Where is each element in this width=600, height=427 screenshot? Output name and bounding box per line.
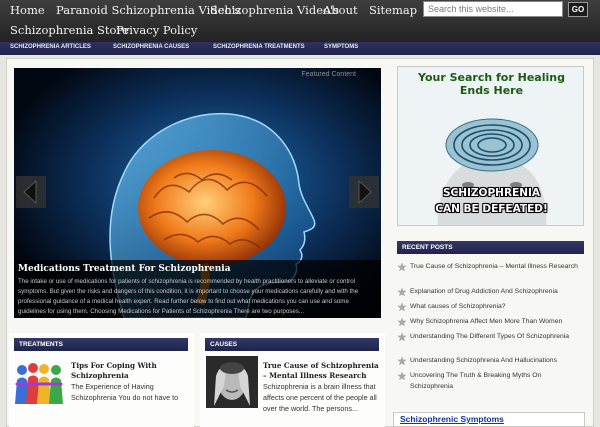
nav-schizophrenia-videos[interactable]: Schizophrenia Video's [210, 3, 339, 17]
star-icon [397, 356, 407, 366]
treatments-post-text-a: The Experience of Having Schizophrenia Y… [71, 381, 193, 403]
symptoms-box: Schizophrenic Symptoms [393, 412, 585, 427]
search-input[interactable] [423, 1, 563, 17]
star-icon [397, 332, 407, 342]
star-icon [397, 371, 407, 381]
causes-post-text: Schizophrenia is a brain illness that af… [263, 382, 377, 413]
star-icon [397, 317, 407, 327]
star-icon [397, 287, 407, 297]
treatments-post-title[interactable]: Tips For Coping With Schizophrenia [71, 361, 189, 381]
nav-home[interactable]: Home [10, 3, 45, 17]
recent-posts-header: RECENT POSTS [397, 241, 584, 254]
recent-post-item[interactable]: Uncovering The Truth & Breaking Myths On… [397, 371, 581, 393]
search-go-button[interactable]: GO [568, 2, 588, 17]
recent-post-item[interactable]: True Cause of Schizophrenia – Mental Ill… [397, 262, 581, 284]
recent-post-item[interactable]: What causes of Schizophrenia? [397, 302, 581, 315]
top-navigation: Home Paranoid Schizophrenia Video's Schi… [0, 0, 600, 42]
treatments-post-text-b [14, 404, 194, 416]
recent-post-label: Explanation of Drug Addiction And Schizo… [410, 288, 558, 295]
healing-ad-banner[interactable]: Your Search for Healing Ends Here SCHIZO… [397, 66, 584, 226]
ad-footer: SCHIZOPHRENIA CAN BE DEFEATED! [398, 185, 583, 217]
causes-post-title[interactable]: True Cause of Schizophrenia – Mental Ill… [263, 361, 381, 381]
nav-store[interactable]: Schizophrenia Store [10, 23, 129, 37]
causes-header: CAUSES [205, 338, 379, 351]
cat-causes[interactable]: SCHIZOPHRENIA CAUSES [113, 44, 189, 50]
recent-post-label: Uncovering The Truth & Breaking Myths On… [410, 372, 542, 390]
nav-privacy-policy[interactable]: Privacy Policy [116, 23, 197, 37]
recent-post-label: Why Schizophrenia Affect Men More Than W… [410, 318, 563, 325]
cat-articles[interactable]: SCHIZOPHRENIA ARTICLES [10, 44, 91, 50]
recent-posts-list: True Cause of Schizophrenia – Mental Ill… [397, 262, 581, 393]
slider-next-arrow-icon[interactable] [349, 176, 379, 208]
schizophrenic-symptoms-link[interactable]: Schizophrenic Symptoms [400, 414, 504, 424]
treatments-post-text: The Experience of Having Schizophrenia Y… [71, 382, 179, 402]
cat-treatments[interactable]: SCHIZOPHRENIA TREATMENTS [213, 44, 305, 50]
treatments-header: TREATMENTS [14, 338, 188, 351]
recent-post-label: Understanding The Different Types Of Sch… [410, 333, 570, 340]
recent-post-item[interactable]: Why Schizophrenia Affect Men More Than W… [397, 317, 581, 330]
ad-footer-line2: CAN BE DEFEATED! [435, 203, 548, 215]
people-group-icon [15, 363, 63, 404]
recent-post-item[interactable]: Understanding The Different Types Of Sch… [397, 332, 581, 354]
category-bar: SCHIZOPHRENIA ARTICLES SCHIZOPHRENIA CAU… [0, 42, 600, 55]
featured-content-label: Featured Content [301, 71, 356, 78]
distressed-man-photo [206, 356, 258, 408]
recent-post-label: True Cause of Schizophrenia – Mental Ill… [410, 263, 578, 270]
recent-post-label: Understanding Schizophrenia And Hallucin… [410, 357, 557, 364]
nav-sitemap[interactable]: Sitemap [369, 3, 417, 17]
featured-title[interactable]: Medications Treatment For Schizophrenia [18, 264, 231, 274]
star-icon [397, 302, 407, 312]
featured-excerpt: The intake or use of medications for pat… [18, 278, 359, 315]
recent-post-label: What causes of Schizophrenia? [410, 303, 506, 310]
star-icon [397, 262, 407, 272]
slider-prev-arrow-icon[interactable] [16, 176, 46, 208]
recent-post-item[interactable]: Understanding Schizophrenia And Hallucin… [397, 356, 581, 369]
recent-post-item[interactable]: Explanation of Drug Addiction And Schizo… [397, 287, 581, 300]
nav-about[interactable]: About [323, 3, 358, 17]
ad-footer-line1: SCHIZOPHRENIA [442, 187, 541, 199]
cat-symptoms[interactable]: SYMPTOMS [324, 44, 358, 50]
